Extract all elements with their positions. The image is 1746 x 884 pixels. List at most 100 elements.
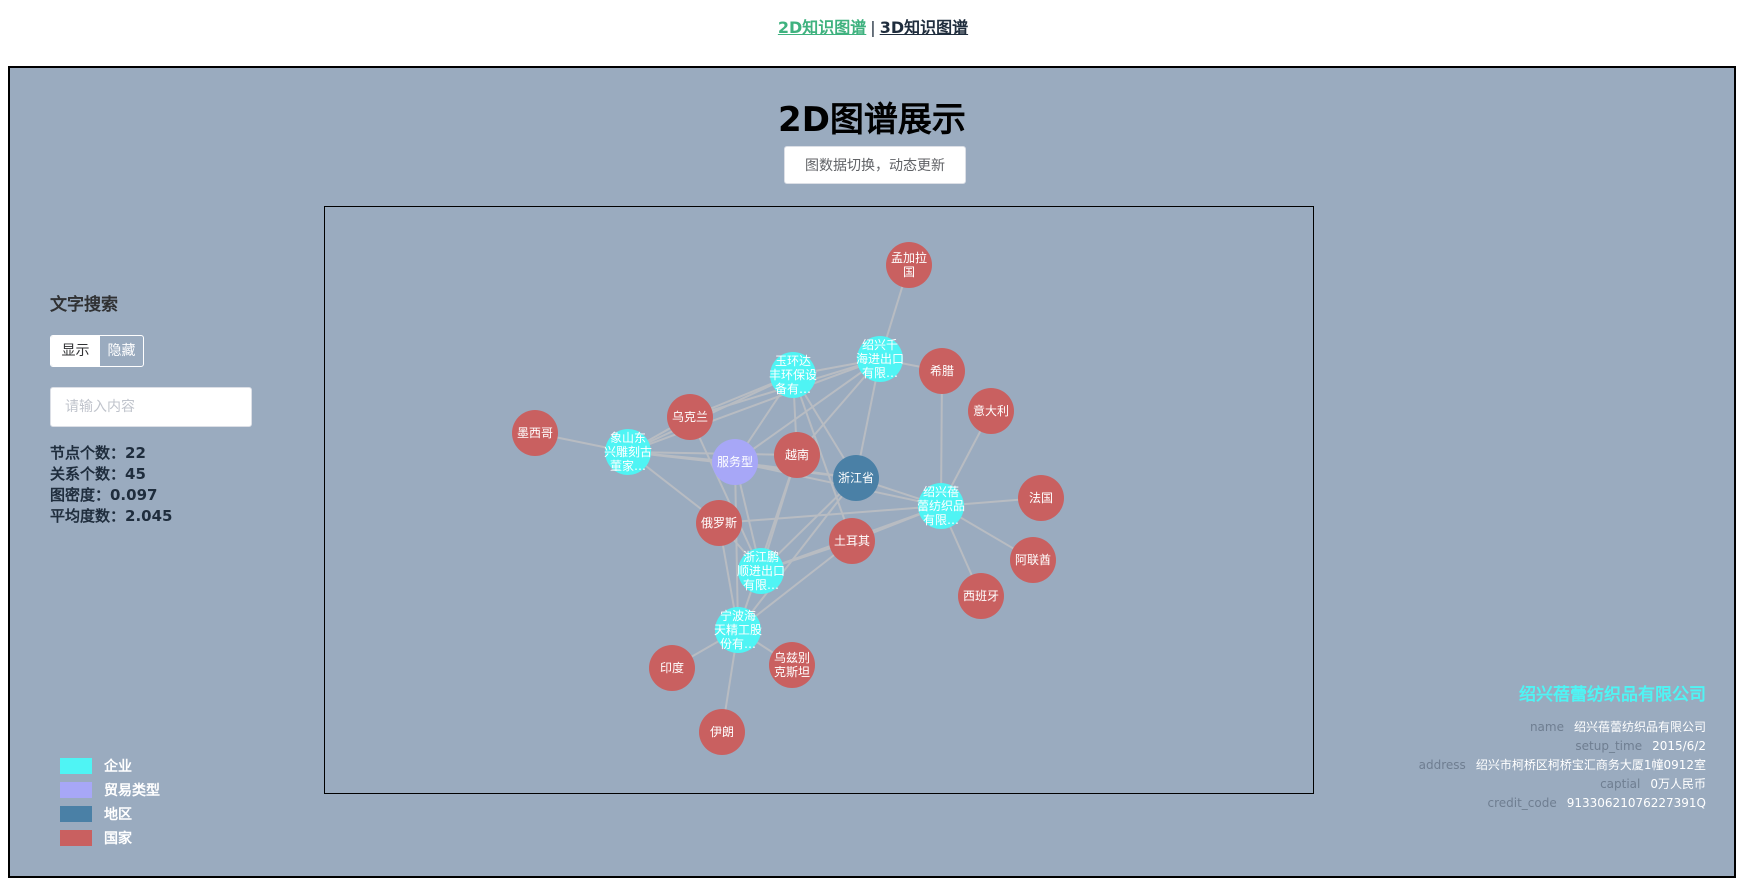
search-input[interactable] <box>50 387 252 427</box>
node-label: 阿联酋 <box>1015 552 1051 567</box>
graph-node-wkl[interactable]: 乌克兰 <box>667 394 713 440</box>
graph-node-fg[interactable]: 法国 <box>1018 475 1064 521</box>
node-label: 绍兴千 <box>862 338 898 352</box>
legend-swatch <box>60 782 92 798</box>
info-key: captial <box>1600 777 1641 791</box>
node-label: 法国 <box>1029 491 1053 505</box>
top-nav: 2D知识图谱 | 3D知识图谱 <box>0 14 1746 38</box>
info-value: 2015/6/2 <box>1652 739 1706 753</box>
node-label: 董家… <box>610 458 646 473</box>
graph-svg[interactable]: 孟加拉国绍兴千海进出口有限… 玉环达丰环保设备有… 希腊意大利 乌克兰墨西哥 象山东兴雕… <box>325 207 1313 793</box>
node-label: 乌克兰 <box>672 409 708 424</box>
legend-item-region[interactable]: 地区 <box>60 802 160 826</box>
node-info-panel: 绍兴蓓蕾纺织品有限公司 name 绍兴蓓蕾纺织品有限公司 setup_time 20… <box>1386 680 1706 814</box>
graph-edge <box>627 358 881 453</box>
node-label: 天精工股 <box>714 623 762 637</box>
graph-node-xby[interactable]: 西班牙 <box>958 573 1004 619</box>
legend-item-country[interactable]: 国家 <box>60 826 160 850</box>
node-label: 浙江省 <box>838 471 874 485</box>
graph-node-nbh[interactable]: 宁波海天精工股份有… <box>714 607 762 653</box>
graph-density: 图密度：0.097 <box>50 486 158 504</box>
node-label: 土耳其 <box>834 534 870 548</box>
graph-node-zjp[interactable]: 浙江鹏顺进出口有限… <box>737 548 785 594</box>
graph-node-xsd[interactable]: 象山东兴雕刻古董家… <box>604 429 652 475</box>
node-label: 俄罗斯 <box>701 516 737 530</box>
node-label: 备有… <box>775 382 811 396</box>
graph-node-yhd[interactable]: 玉环达丰环保设备有… <box>769 352 817 398</box>
info-row-capital: captial 0万人民币 <box>1386 776 1706 793</box>
node-label: 份有… <box>720 637 756 651</box>
average-degree: 平均度数：2.045 <box>50 507 173 525</box>
graph-canvas[interactable]: 孟加拉国绍兴千 海进出口 有限… 玉环达 丰环保设 备有… 希腊意大利 乌克兰墨西哥 象山东 兴雕… <box>324 206 1314 794</box>
node-label: 有限… <box>923 513 959 527</box>
node-label: 服务型 <box>717 454 753 469</box>
graph-node-fwx[interactable]: 服务型 <box>712 439 758 485</box>
node-label: 墨西哥 <box>517 426 553 440</box>
graph-node-mxg[interactable]: 墨西哥 <box>512 410 558 456</box>
node-label: 乌兹别 <box>774 650 810 665</box>
graph-node-els[interactable]: 俄罗斯 <box>696 500 742 546</box>
legend-label: 贸易类型 <box>104 783 160 799</box>
node-count: 节点个数：22 <box>50 444 146 462</box>
node-label: 克斯坦 <box>774 665 810 679</box>
legend-item-trade-type[interactable]: 贸易类型 <box>60 778 160 802</box>
graph-node-wzb[interactable]: 乌兹别克斯坦 <box>769 642 815 688</box>
info-key: name <box>1529 720 1564 734</box>
info-key: setup_time <box>1575 739 1643 753</box>
node-label: 国 <box>903 265 915 279</box>
node-label: 浙江鹏 <box>743 550 779 564</box>
legend-label: 地区 <box>104 807 132 823</box>
node-label: 象山东 <box>610 431 646 445</box>
graph-node-sxqh[interactable]: 绍兴千海进出口有限… <box>856 336 904 382</box>
nav-separator: | <box>870 18 876 37</box>
info-value: 绍兴蓓蕾纺织品有限公司 <box>1573 720 1706 734</box>
info-value: 绍兴市柯桥区柯桥宝汇商务大厦1幢0912室 <box>1475 758 1706 772</box>
graph-node-teq[interactable]: 土耳其 <box>829 518 875 564</box>
info-row-credit-code: credit_code 91330621076227391Q <box>1386 795 1707 812</box>
graph-edge <box>718 505 942 524</box>
graph-node-yl[interactable]: 伊朗 <box>699 709 745 755</box>
page-title: 2D图谱展示 <box>778 100 966 140</box>
show-button[interactable]: 显示 <box>51 336 100 366</box>
info-row-setup-time: setup_time 2015/6/2 <box>1386 738 1706 755</box>
switch-data-button[interactable]: 图数据切换，动态更新 <box>784 146 966 184</box>
node-label: 蕾纺织品 <box>917 499 965 513</box>
legend-swatch <box>60 758 92 774</box>
legend-swatch <box>60 806 92 822</box>
graph-node-sxb[interactable]: 绍兴蓓蕾纺织品有限… <box>917 483 965 529</box>
node-label: 绍兴蓓 <box>923 485 959 499</box>
info-key: credit_code <box>1487 796 1557 810</box>
graph-panel: 2D图谱展示 图数据切换，动态更新 文字搜索 显示 隐藏 节点个数：22 关系个… <box>8 66 1736 878</box>
node-label: 希腊 <box>930 363 954 378</box>
show-hide-toggle: 显示 隐藏 <box>50 335 144 367</box>
legend-item-enterprise[interactable]: 企业 <box>60 754 160 778</box>
legend-label: 国家 <box>104 831 132 847</box>
node-label: 丰环保设 <box>769 368 817 382</box>
graph-node-xl[interactable]: 希腊 <box>919 348 965 394</box>
info-value: 91330621076227391Q <box>1566 796 1706 810</box>
node-label: 西班牙 <box>963 589 999 603</box>
node-label: 伊朗 <box>710 725 734 739</box>
search-sidebar: 文字搜索 显示 隐藏 节点个数：22 关系个数：45 图密度：0.097 平均度… <box>50 290 252 527</box>
node-label: 玉环达 <box>775 354 811 368</box>
legend-label: 企业 <box>104 759 132 775</box>
info-row-name: name 绍兴蓓蕾纺织品有限公司 <box>1386 719 1706 736</box>
graph-node-alq[interactable]: 阿联酋 <box>1010 537 1056 583</box>
node-label: 意大利 <box>973 403 1009 418</box>
legend: 企业 贸易类型 地区 国家 <box>60 754 160 850</box>
info-value: 0万人民币 <box>1650 777 1706 791</box>
node-label: 孟加拉 <box>891 250 927 265</box>
tab-2d-graph[interactable]: 2D知识图谱 <box>778 18 866 37</box>
node-label: 印度 <box>660 660 684 675</box>
graph-node-ydl[interactable]: 意大利 <box>968 388 1014 434</box>
graph-node-yn[interactable]: 越南 <box>774 432 820 478</box>
tab-3d-graph[interactable]: 3D知识图谱 <box>880 18 968 37</box>
info-key: address <box>1418 758 1466 772</box>
hide-button[interactable]: 隐藏 <box>100 336 143 366</box>
graph-node-yd[interactable]: 印度 <box>649 645 695 691</box>
graph-node-mjl[interactable]: 孟加拉国 <box>886 242 932 288</box>
graph-node-zjs[interactable]: 浙江省 <box>833 455 879 501</box>
legend-swatch <box>60 830 92 846</box>
search-title: 文字搜索 <box>50 295 118 315</box>
node-label: 有限… <box>743 578 779 592</box>
